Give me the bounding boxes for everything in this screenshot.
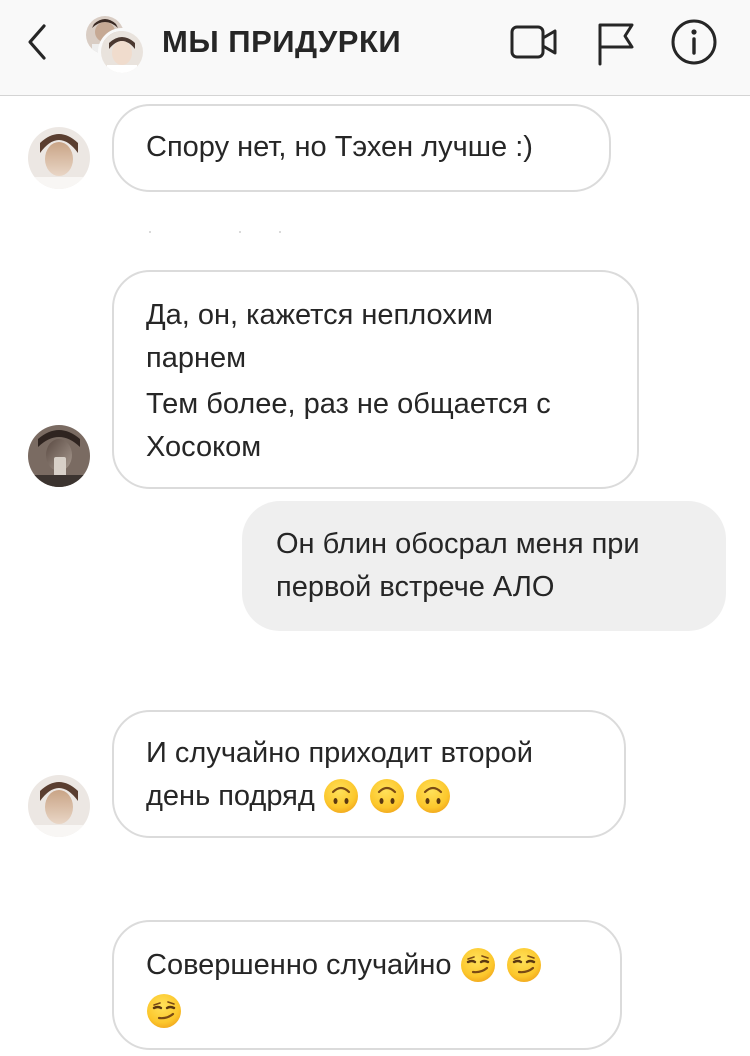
upside-down-face-emoji (369, 778, 404, 813)
message-bubble-incoming[interactable]: Спору нет, но Тэхен лучше :) (112, 104, 611, 192)
chat-title[interactable]: МЫ ПРИДУРКИ (162, 22, 401, 62)
video-camera-icon (510, 25, 557, 59)
upside-down-face-emoji (323, 778, 358, 813)
separator-dots (149, 231, 281, 233)
emoji-group (146, 991, 192, 1034)
message-text: Хосоком (146, 431, 262, 463)
report-button[interactable] (592, 18, 644, 70)
smirking-face-emoji (460, 947, 495, 982)
message-bubble-incoming[interactable]: И случайно приходит второй день подряд (112, 710, 626, 838)
upside-down-face-emoji (415, 778, 450, 813)
message-bubble-outgoing[interactable]: Он блин обосрал меня при первой встрече … (242, 501, 726, 631)
message-text: парнем (146, 342, 247, 374)
info-icon (671, 19, 717, 65)
chat-header: МЫ ПРИДУРКИ (0, 0, 750, 96)
emoji-group (460, 945, 552, 988)
smirking-face-emoji (506, 947, 541, 982)
group-avatar[interactable] (84, 14, 146, 76)
flag-icon (598, 23, 634, 66)
message-text: Спору нет, но Тэхен лучше :) (146, 131, 533, 163)
message-line: Совершенно случайно (146, 944, 588, 988)
message-line: день подряд (146, 775, 592, 819)
message-text: день подряд (146, 780, 315, 812)
smirking-face-emoji (147, 993, 181, 1028)
message-text: Он блин обосрал меня при (276, 528, 640, 560)
message-text: И случайно приходит второй (146, 737, 533, 769)
video-call-button[interactable] (508, 18, 560, 70)
sender-avatar[interactable] (28, 775, 90, 837)
chevron-left-icon (28, 24, 46, 60)
message-bubble-incoming[interactable]: Совершенно случайно (112, 920, 622, 1050)
message-bubble-incoming[interactable]: Да, он, кажется неплохим парнем Тем боле… (112, 270, 639, 489)
info-button[interactable] (668, 18, 720, 70)
sender-avatar[interactable] (28, 425, 90, 487)
message-text: Да, он, кажется неплохим (146, 299, 493, 331)
message-text: первой встрече АЛО (276, 571, 555, 603)
message-text: Совершенно случайно (146, 949, 452, 981)
message-line (146, 990, 588, 1034)
back-button[interactable] (18, 22, 58, 62)
message-text: Тем более, раз не общается с (146, 388, 551, 420)
member-avatar (98, 28, 146, 76)
sender-avatar[interactable] (28, 127, 90, 189)
emoji-group (323, 776, 461, 819)
